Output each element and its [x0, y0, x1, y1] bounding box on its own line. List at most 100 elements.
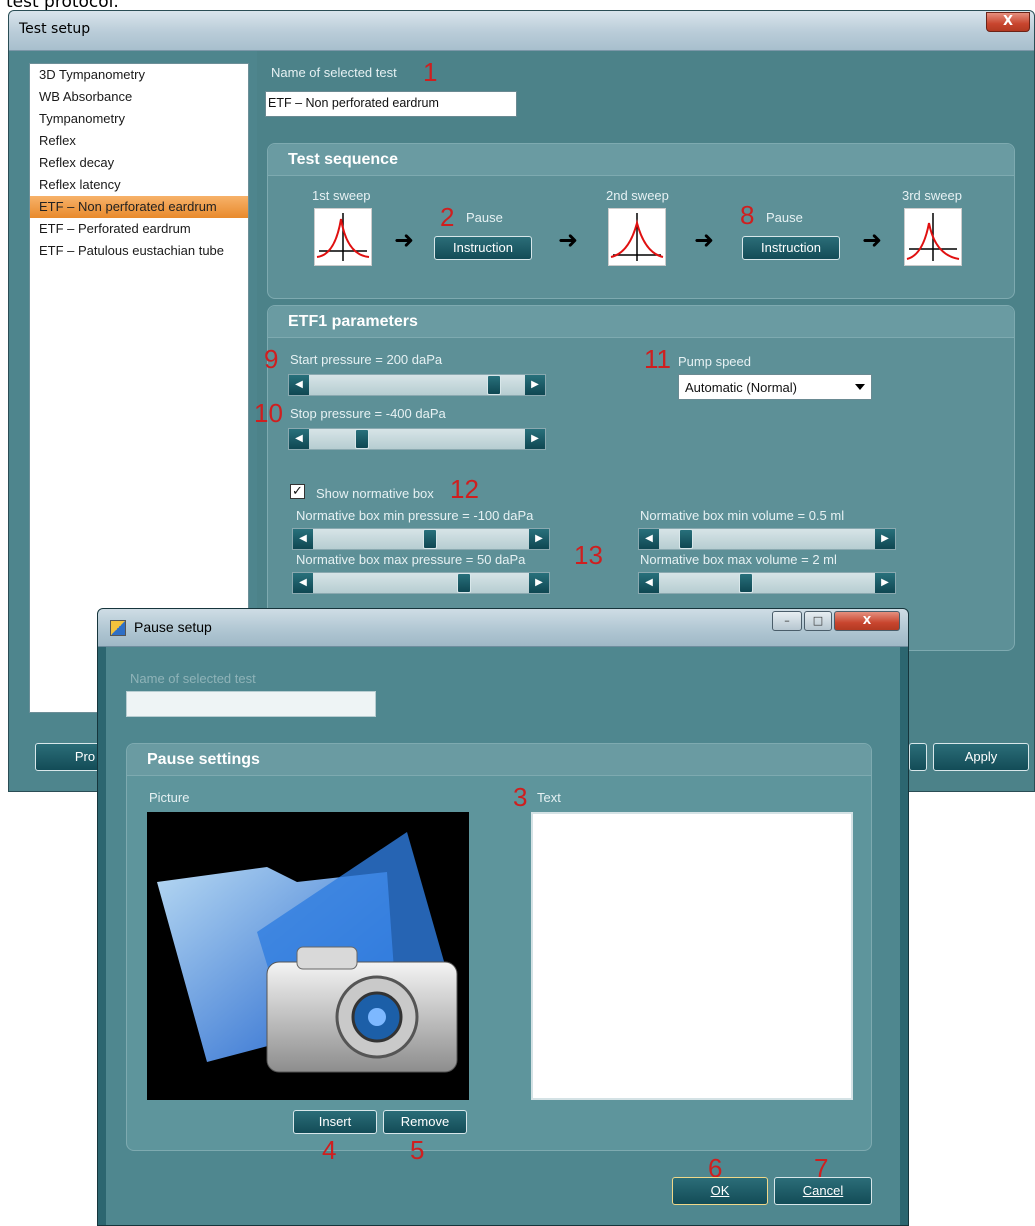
show-normative-checkbox[interactable]: ✓	[290, 484, 305, 499]
pause-close-button[interactable]: X	[834, 611, 900, 631]
slider-left-arrow-icon[interactable]: ◀	[289, 429, 309, 449]
pause-name-label: Name of selected test	[130, 671, 256, 686]
norm-min-volume-slider[interactable]: ◀ ▶	[638, 528, 896, 550]
show-normative-label: Show normative box	[316, 486, 434, 501]
test-list-item[interactable]: ETF – Non perforated eardrum	[30, 196, 248, 218]
pause1-label: Pause	[466, 210, 503, 225]
pump-speed-value: Automatic (Normal)	[685, 380, 797, 395]
slider-left-arrow-icon[interactable]: ◀	[639, 529, 659, 549]
apply-button[interactable]: Apply	[933, 743, 1029, 771]
insert-button[interactable]: Insert	[293, 1110, 377, 1134]
slider-left-arrow-icon[interactable]: ◀	[639, 573, 659, 593]
sweep2-graph	[608, 208, 666, 266]
slider-thumb[interactable]	[679, 529, 693, 549]
annotation-9: 9	[264, 344, 279, 374]
norm-min-pressure-label: Normative box min pressure = -100 daPa	[296, 508, 534, 523]
norm-max-pressure-label: Normative box max pressure = 50 daPa	[296, 552, 526, 567]
remove-button[interactable]: Remove	[383, 1110, 467, 1134]
folder-camera-icon	[157, 832, 458, 1073]
test-list-item[interactable]: ETF – Perforated eardrum	[30, 218, 248, 240]
annotation-8: 8	[740, 200, 755, 230]
ok-button[interactable]: OK	[672, 1177, 768, 1205]
slider-right-arrow-icon[interactable]: ▶	[525, 429, 545, 449]
sweep3-graph	[904, 208, 962, 266]
annotation-1: 1	[423, 57, 438, 87]
slider-right-arrow-icon[interactable]: ▶	[875, 573, 895, 593]
norm-max-pressure-slider[interactable]: ◀ ▶	[292, 572, 550, 594]
close-button[interactable]: X	[986, 12, 1030, 32]
annotation-3: 3	[513, 782, 528, 812]
slider-thumb[interactable]	[423, 529, 437, 549]
arrow-icon: ➜	[394, 226, 415, 254]
slider-left-arrow-icon[interactable]: ◀	[293, 529, 313, 549]
minimize-button[interactable]: –	[772, 611, 802, 631]
slider-left-arrow-icon[interactable]: ◀	[289, 375, 309, 395]
slider-right-arrow-icon[interactable]: ▶	[529, 573, 549, 593]
sweep2-label: 2nd sweep	[606, 188, 669, 203]
tympanogram-icon	[316, 213, 370, 261]
app-icon	[110, 620, 126, 636]
name-label: Name of selected test	[271, 65, 397, 80]
test-list-item[interactable]: 3D Tympanometry	[30, 64, 248, 86]
cancel-button[interactable]: Cancel	[774, 1177, 872, 1205]
instruction2-button[interactable]: Instruction	[742, 236, 840, 260]
parameters-group: ETF1 parameters 9 Start pressure = 200 d…	[254, 305, 1015, 651]
text-label: Text	[537, 790, 561, 805]
pause-settings-group: Pause settings Picture 3 Text Insert Rem…	[126, 743, 872, 1151]
pause-window-title: Pause setup	[134, 619, 212, 635]
slider-thumb[interactable]	[457, 573, 471, 593]
norm-min-pressure-slider[interactable]: ◀ ▶	[292, 528, 550, 550]
pause-name-input[interactable]	[126, 691, 376, 717]
pause-title-bar[interactable]: Pause setup – □ X	[98, 609, 908, 647]
test-list-item[interactable]: Reflex	[30, 130, 248, 152]
arrow-icon: ➜	[694, 226, 715, 254]
annotation-4: 4	[322, 1135, 337, 1165]
maximize-button[interactable]: □	[804, 611, 832, 631]
test-name-input[interactable]: ETF – Non perforated eardrum	[265, 91, 517, 117]
norm-max-volume-slider[interactable]: ◀ ▶	[638, 572, 896, 594]
pause-text-area[interactable]	[531, 812, 853, 1100]
stop-pressure-label: Stop pressure = -400 daPa	[290, 406, 446, 421]
pause-settings-title: Pause settings	[127, 744, 871, 776]
slider-right-arrow-icon[interactable]: ▶	[875, 529, 895, 549]
annotation-13: 13	[574, 540, 603, 570]
pump-speed-label: Pump speed	[678, 354, 751, 369]
annotation-2: 2	[440, 202, 455, 232]
sweep1-graph	[314, 208, 372, 266]
start-pressure-slider[interactable]: ◀ ▶	[288, 374, 546, 396]
chevron-down-icon	[855, 384, 865, 390]
annotation-5: 5	[410, 1135, 425, 1165]
tympanogram-icon	[610, 213, 664, 261]
title-bar[interactable]: Test setup X	[9, 11, 1034, 51]
test-list-item[interactable]: WB Absorbance	[30, 86, 248, 108]
slider-thumb[interactable]	[739, 573, 753, 593]
pause-picture	[147, 812, 469, 1100]
norm-max-volume-label: Normative box max volume = 2 ml	[640, 552, 837, 567]
test-sequence-title: Test sequence	[268, 144, 1014, 176]
parameters-title: ETF1 parameters	[268, 306, 1014, 338]
stop-pressure-slider[interactable]: ◀ ▶	[288, 428, 546, 450]
pause-body: Name of selected test Pause settings Pic…	[106, 647, 900, 1225]
sweep1-label: 1st sweep	[312, 188, 371, 203]
pump-speed-select[interactable]: Automatic (Normal)	[678, 374, 872, 400]
pause-setup-window: Pause setup – □ X Name of selected test …	[97, 608, 909, 1226]
pause2-label: Pause	[766, 210, 803, 225]
slider-right-arrow-icon[interactable]: ▶	[525, 375, 545, 395]
test-list-item[interactable]: Tympanometry	[30, 108, 248, 130]
sweep3-label: 3rd sweep	[902, 188, 962, 203]
hidden-button[interactable]	[909, 743, 927, 771]
norm-min-volume-label: Normative box min volume = 0.5 ml	[640, 508, 845, 523]
arrow-icon: ➜	[862, 226, 883, 254]
window-title: Test setup	[19, 21, 91, 37]
test-list-item[interactable]: Reflex latency	[30, 174, 248, 196]
slider-thumb[interactable]	[355, 429, 369, 449]
instruction1-button[interactable]: Instruction	[434, 236, 532, 260]
annotation-12: 12	[450, 474, 479, 504]
slider-thumb[interactable]	[487, 375, 501, 395]
slider-right-arrow-icon[interactable]: ▶	[529, 529, 549, 549]
tympanogram-icon	[906, 213, 960, 261]
arrow-icon: ➜	[558, 226, 579, 254]
test-list-item[interactable]: Reflex decay	[30, 152, 248, 174]
slider-left-arrow-icon[interactable]: ◀	[293, 573, 313, 593]
test-list-item[interactable]: ETF – Patulous eustachian tube	[30, 240, 248, 262]
